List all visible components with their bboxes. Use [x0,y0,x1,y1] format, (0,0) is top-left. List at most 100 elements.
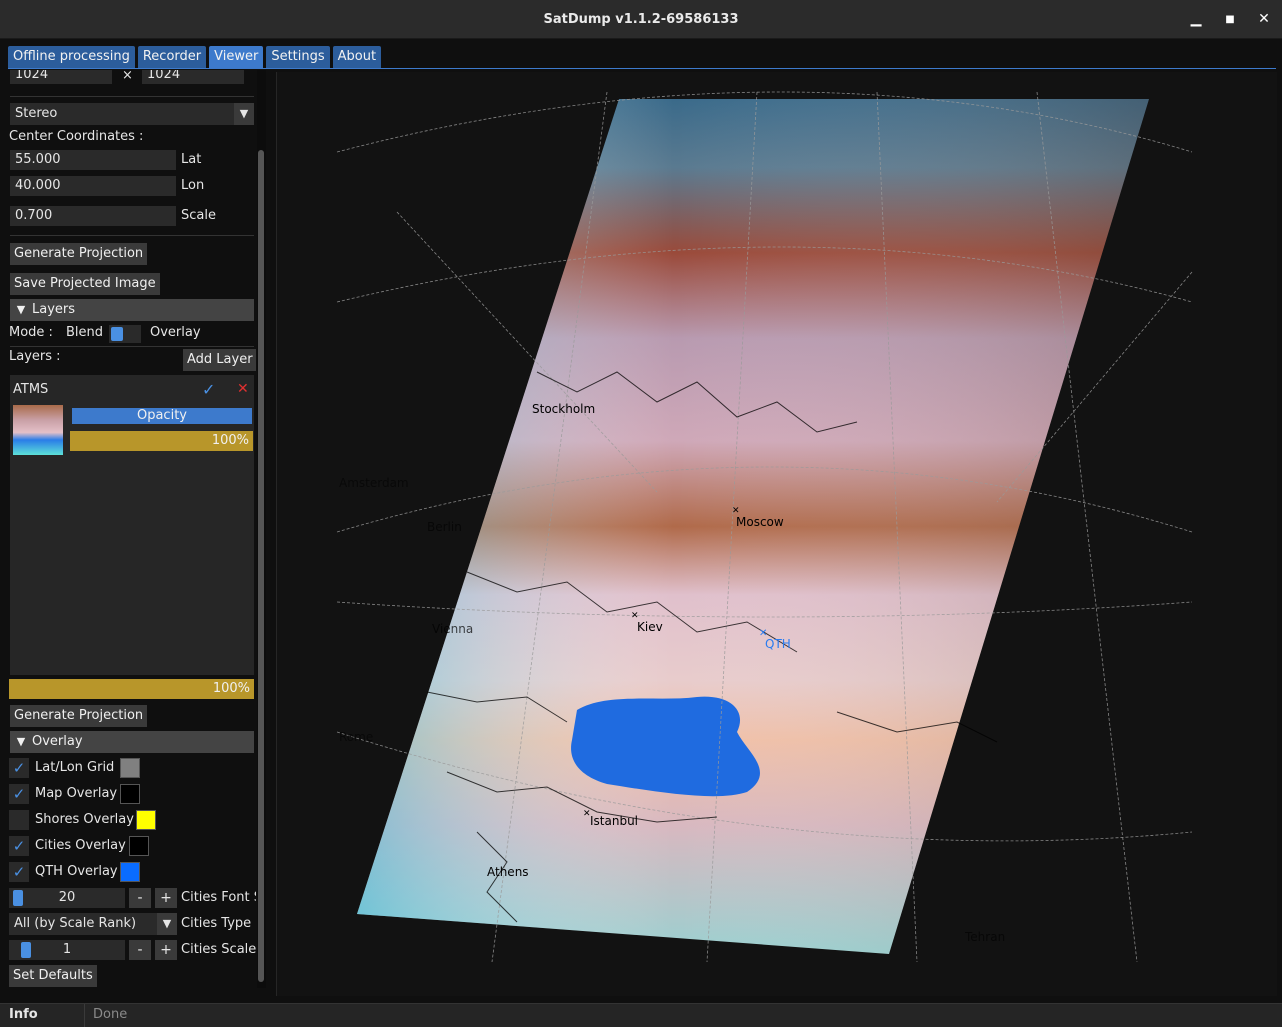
qth-overlay-color[interactable] [120,862,140,882]
cities-type-value: All (by Scale Rank) [14,916,137,931]
cities-scale-plus-button[interactable]: + [155,940,177,960]
map-overlay-label: Map Overlay [35,786,118,801]
shores-overlay-label: Shores Overlay [35,812,134,827]
title-bar: SatDump v1.1.2-69586133 ▁ ■ ✕ [0,0,1282,39]
collapse-triangle-icon: ▼ [16,303,26,316]
city-label-rome: Rome [339,730,374,744]
status-divider [84,1004,85,1027]
check-icon[interactable]: ✓ [202,380,215,399]
shores-overlay-checkbox[interactable] [9,810,29,830]
save-projected-image-button[interactable]: Save Projected Image [10,273,160,295]
layers-label: Layers : [9,349,61,364]
latlon-grid-label: Lat/Lon Grid [35,760,115,775]
overlay-header[interactable]: ▼ Overlay [10,731,254,753]
mode-blend-label: Blend [66,325,104,340]
status-info-label: Info [9,1007,38,1022]
cities-scale-minus-button[interactable]: - [129,940,151,960]
toggle-knob [111,327,123,341]
center-coordinates-label: Center Coordinates : [9,129,144,144]
cities-type-select[interactable]: All (by Scale Rank) ▼ [9,913,177,935]
projection-viewer[interactable]: ✕ ✕ ✕ ✕ Stockholm Amsterdam Berlin Mosco… [276,72,1277,996]
latlon-grid-color[interactable] [120,758,140,778]
city-label-istanbul: Istanbul [590,814,639,828]
scale-label: Scale [181,208,216,223]
layer-name: ATMS [13,382,49,397]
cities-overlay-checkbox[interactable]: ✓ [9,836,29,856]
status-bar: Info Done [0,1003,1282,1027]
overlay-header-label: Overlay [32,734,83,749]
sidebar-scrollbar[interactable] [257,70,266,988]
tab-underline [8,68,1276,69]
set-defaults-button[interactable]: Set Defaults [9,965,97,987]
maximize-icon[interactable]: ■ [1222,11,1238,27]
projection-sidebar: 1024 × 1024 Stereo ▼ Center Coordinates … [8,70,256,988]
tab-viewer[interactable]: Viewer [209,46,264,68]
delete-icon[interactable]: ✕ [237,381,249,397]
tab-settings[interactable]: Settings [266,46,330,68]
lon-input[interactable]: 40.000 [10,176,176,196]
qth-label: QTH [765,637,791,651]
close-icon[interactable]: ✕ [1256,11,1272,27]
latlon-grid-checkbox[interactable]: ✓ [9,758,29,778]
tab-offline-processing[interactable]: Offline processing [8,46,135,68]
opacity-bar[interactable]: 100% [70,431,253,451]
mode-label: Mode : [9,325,53,340]
city-label-kiev: Kiev [637,620,663,634]
cities-font-size-value: 20 [58,890,76,905]
mode-overlay-label: Overlay [150,325,201,340]
cities-font-minus-button[interactable]: - [129,888,151,908]
cities-overlay-label: Cities Overlay [35,838,126,853]
generate-projection-button[interactable]: Generate Projection [10,243,148,265]
city-label-vienna: Vienna [432,622,474,636]
qth-overlay-checkbox[interactable]: ✓ [9,862,29,882]
generate-projection-button-2[interactable]: Generate Projection [10,705,148,727]
cities-type-label: Cities Type [181,916,252,931]
projection-type-value: Stereo [15,106,58,121]
city-label-stockholm: Stockholm [532,402,596,416]
map-overlay-checkbox[interactable]: ✓ [9,784,29,804]
status-message: Done [93,1007,128,1022]
layers-header[interactable]: ▼ Layers [10,299,254,321]
lat-input[interactable]: 55.000 [10,150,176,170]
collapse-triangle-icon: ▼ [16,735,26,748]
mode-toggle[interactable] [109,325,141,343]
cities-scale-label: Cities Scale [181,942,256,957]
qth-overlay-label: QTH Overlay [35,864,118,879]
divider [10,346,254,347]
minimize-icon[interactable]: ▁ [1188,11,1204,27]
cities-font-size-slider[interactable]: 20 [9,888,125,908]
scrollbar-thumb[interactable] [258,150,264,982]
cities-font-plus-button[interactable]: + [155,888,177,908]
width-input[interactable]: 1024 [10,70,112,84]
divider [10,235,254,236]
height-input[interactable]: 1024 [142,70,244,84]
projection-progress-bar: 100% [9,679,254,699]
layers-header-label: Layers [32,302,76,317]
main-tabs: Offline processing Recorder Viewer Setti… [8,46,382,68]
scale-input[interactable]: 0.700 [10,206,176,226]
add-layer-button[interactable]: Add Layer [183,349,256,371]
layers-list: ATMS ✓ ✕ Opacity 100% [10,375,254,675]
city-label-berlin: Berlin [427,520,462,534]
cities-overlay-color[interactable] [129,836,149,856]
lat-label: Lat [181,152,202,167]
window-controls: ▁ ■ ✕ [1188,0,1272,38]
projected-map-image: ✕ ✕ ✕ ✕ [336,91,1193,963]
layer-thumbnail [13,405,63,455]
cities-scale-slider[interactable]: 1 [9,940,125,960]
window-title: SatDump v1.1.2-69586133 [543,11,739,27]
city-label-moscow: Moscow [736,515,784,529]
map-overlay-color[interactable] [120,784,140,804]
tab-recorder[interactable]: Recorder [137,46,207,68]
chevron-down-icon: ▼ [234,103,254,125]
shores-overlay-color[interactable] [136,810,156,830]
chevron-down-icon: ▼ [157,913,177,935]
city-label-athens: Athens [487,865,529,879]
cities-font-size-label: Cities Font S [181,890,256,905]
tab-about[interactable]: About [332,46,382,68]
city-label-tehran: Tehran [965,930,1006,944]
city-label-amsterdam: Amsterdam [339,476,409,490]
projection-type-select[interactable]: Stereo ▼ [10,103,254,125]
opacity-header: Opacity [72,408,252,424]
divider [10,96,254,97]
